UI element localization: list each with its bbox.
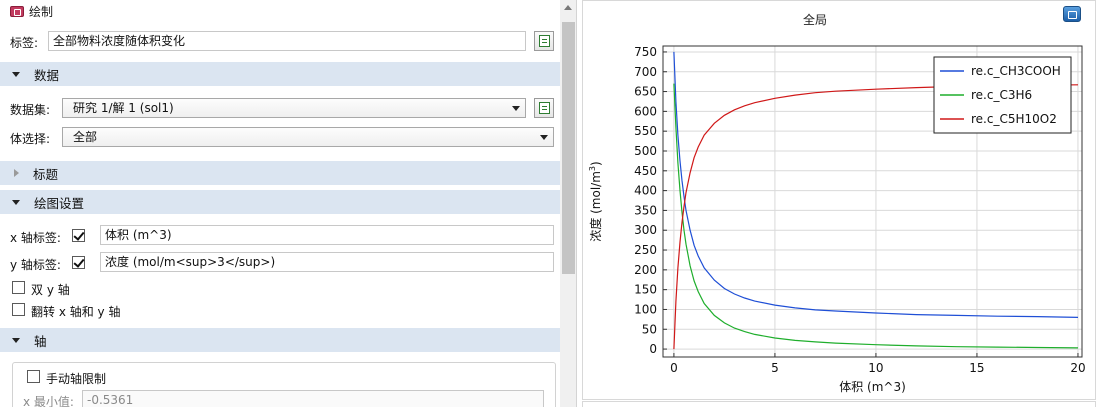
flip-axes-label[interactable]: 翻转 x 轴和 y 轴 bbox=[31, 303, 120, 320]
manual-limits-row: 手动轴限制 bbox=[0, 368, 560, 386]
label-input[interactable]: 全部物料浓度随体积变化 bbox=[48, 31, 526, 51]
dual-y-checkbox[interactable] bbox=[12, 281, 25, 294]
x-tick-label: 0 bbox=[670, 361, 678, 375]
y-tick-label: 50 bbox=[642, 322, 657, 336]
x-tick-label: 20 bbox=[1070, 361, 1085, 375]
x-min-input[interactable]: -0.5361 bbox=[82, 390, 544, 407]
expand-triangle-icon bbox=[14, 169, 19, 177]
selection-row: 体选择: 全部 bbox=[0, 127, 560, 149]
y-tick-label: 0 bbox=[649, 342, 657, 356]
legend-entry: re.c_CH3COOH bbox=[971, 64, 1061, 78]
section-axis-title: 轴 bbox=[34, 333, 47, 349]
x-axis-label: 体积 (m^3) bbox=[839, 380, 906, 394]
legend-entry: re.c_C3H6 bbox=[971, 88, 1032, 102]
y-tick-label: 200 bbox=[634, 263, 657, 277]
dual-y-label[interactable]: 双 y 轴 bbox=[31, 281, 70, 298]
plot-button-label[interactable]: 绘制 bbox=[29, 3, 53, 20]
section-data[interactable]: 数据 bbox=[0, 62, 560, 86]
label-field-label: 标签: bbox=[10, 36, 39, 50]
dual-y-row: 双 y 轴 bbox=[0, 279, 560, 297]
dataset-label: 数据集: bbox=[10, 103, 51, 117]
section-plot-settings[interactable]: 绘图设置 bbox=[0, 190, 560, 214]
scroll-up-icon[interactable] bbox=[564, 5, 572, 10]
chevron-down-icon bbox=[540, 135, 548, 140]
collapse-triangle-icon bbox=[12, 71, 20, 77]
plot-icon[interactable] bbox=[10, 5, 24, 17]
y-tick-label: 550 bbox=[634, 124, 657, 138]
y-tick-label: 600 bbox=[634, 104, 657, 118]
y-label-label: y 轴标签: bbox=[10, 258, 61, 272]
y-axis-label-main: 浓度 (mol/m bbox=[588, 171, 603, 242]
y-tick-label: 750 bbox=[634, 45, 657, 59]
x-min-row: x 最小值: -0.5361 bbox=[0, 390, 560, 407]
x-tick-label: 10 bbox=[868, 361, 883, 375]
y-tick-label: 100 bbox=[634, 302, 657, 316]
scroll-thumb[interactable] bbox=[562, 22, 575, 274]
dataset-row: 数据集: 研究 1/解 1 (sol1) bbox=[0, 98, 560, 120]
flip-axes-checkbox[interactable] bbox=[12, 303, 25, 316]
x-tick-label: 15 bbox=[969, 361, 984, 375]
settings-toolbar: 绘制 bbox=[0, 0, 560, 22]
x-label-label: x 轴标签: bbox=[10, 231, 61, 245]
y-axis-label: 浓度 (mol/m3) bbox=[588, 161, 603, 241]
x-label-checkbox[interactable] bbox=[72, 229, 85, 242]
section-title-title: 标题 bbox=[33, 166, 59, 182]
y-tick-label: 400 bbox=[634, 184, 657, 198]
selection-select-value: 全部 bbox=[73, 130, 98, 144]
dataset-icon bbox=[539, 102, 550, 114]
y-tick-label: 350 bbox=[634, 203, 657, 217]
y-tick-label: 150 bbox=[634, 283, 657, 297]
dataset-select[interactable]: 研究 1/解 1 (sol1) bbox=[62, 98, 526, 118]
x-label-input[interactable]: 体积 (m^3) bbox=[100, 225, 554, 245]
plot-window-icon[interactable] bbox=[1063, 6, 1081, 22]
manual-limits-label[interactable]: 手动轴限制 bbox=[46, 370, 106, 387]
x-tick-label: 5 bbox=[771, 361, 779, 375]
selection-label: 体选择: bbox=[10, 132, 51, 146]
section-data-title: 数据 bbox=[34, 67, 60, 83]
y-axis-label-close: ) bbox=[589, 161, 603, 166]
y-tick-label: 250 bbox=[634, 243, 657, 257]
y-tick-label: 500 bbox=[634, 144, 657, 158]
x-min-label: x 最小值: bbox=[23, 395, 74, 407]
plot-bottom-strip bbox=[582, 401, 1096, 407]
dataset-select-value: 研究 1/解 1 (sol1) bbox=[73, 101, 174, 115]
y-tick-label: 450 bbox=[634, 164, 657, 178]
y-tick-label: 700 bbox=[634, 65, 657, 79]
y-label-checkbox[interactable] bbox=[72, 256, 85, 269]
selection-select[interactable]: 全部 bbox=[62, 127, 554, 147]
plot-canvas: 全局 0 5 10 15 2005010015020025030035040045050… bbox=[588, 12, 1086, 394]
settings-panel: 绘制 标签: 全部物料浓度随体积变化 数据 数据集: 研究 1/解 1 (sol… bbox=[0, 0, 577, 407]
y-tick-label: 650 bbox=[634, 85, 657, 99]
y-tick-label: 300 bbox=[634, 223, 657, 237]
y-label-input[interactable]: 浓度 (mol/m<sup>3</sup>) bbox=[100, 252, 554, 272]
section-axis[interactable]: 轴 bbox=[0, 328, 560, 352]
flip-axes-row: 翻转 x 轴和 y 轴 bbox=[0, 301, 560, 319]
label-format-button[interactable] bbox=[534, 31, 554, 51]
y-label-row: y 轴标签: 浓度 (mol/m<sup>3</sup>) bbox=[0, 252, 560, 274]
legend-entry: re.c_C5H10O2 bbox=[971, 112, 1057, 126]
collapse-triangle-icon bbox=[12, 199, 20, 205]
plot-window-title: 全局 bbox=[803, 12, 827, 27]
plot-window: 全局 0 5 10 15 20 0 50 100 150 200 250 300 350 400 450 50… bbox=[582, 0, 1096, 400]
collapse-triangle-icon bbox=[12, 337, 20, 343]
settings-scrollbar[interactable] bbox=[560, 0, 576, 407]
legend: re.c_CH3COOH re.c_C3H6 re.c_C5H10O2 bbox=[933, 56, 1072, 134]
section-plot-settings-title: 绘图设置 bbox=[34, 195, 85, 211]
section-title[interactable]: 标题 bbox=[0, 161, 560, 185]
label-row: 标签: 全部物料浓度随体积变化 bbox=[0, 31, 560, 53]
dataset-goto-button[interactable] bbox=[534, 98, 554, 118]
x-label-row: x 轴标签: 体积 (m^3) bbox=[0, 225, 560, 247]
chevron-down-icon bbox=[512, 106, 520, 111]
list-icon bbox=[539, 35, 550, 47]
manual-limits-checkbox[interactable] bbox=[27, 370, 40, 383]
